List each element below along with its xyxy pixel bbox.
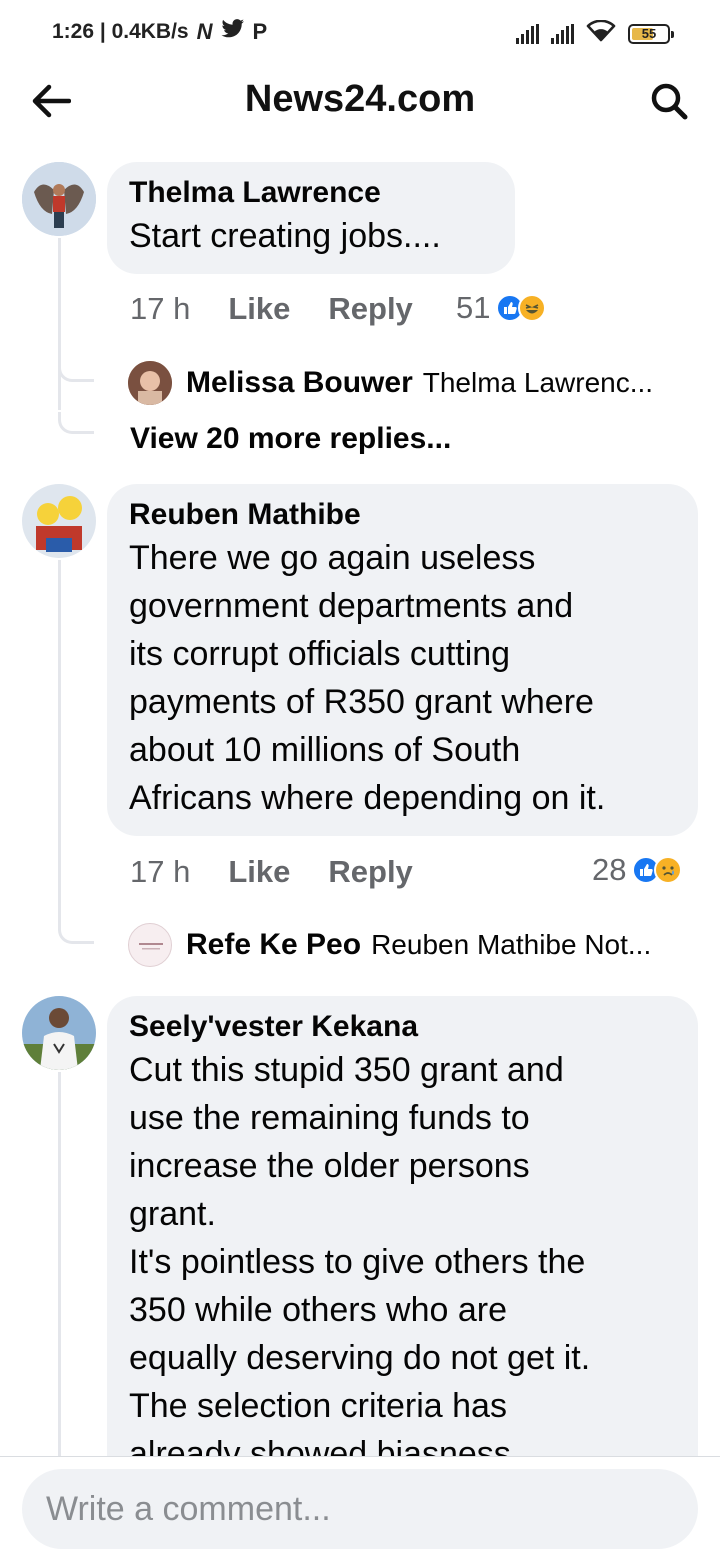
search-icon — [651, 83, 688, 120]
notification-p-icon: P — [252, 19, 268, 44]
signal-icon — [551, 23, 574, 44]
reaction-summary[interactable]: 51 — [456, 288, 547, 328]
comment-text: There we go again useless government dep… — [129, 539, 606, 817]
header: News24.com — [0, 64, 720, 136]
reply-preview[interactable]: Melissa Bouwer Thelma Lawrenc... — [128, 360, 653, 406]
thread-line — [58, 238, 61, 410]
reply-author[interactable]: Melissa Bouwer — [186, 366, 413, 400]
reaction-count: 28 — [592, 852, 627, 887]
avatar[interactable] — [128, 361, 172, 405]
reply-connector — [58, 360, 94, 382]
comment-actions: 17 h Like Reply — [130, 289, 451, 329]
avatar[interactable] — [22, 162, 96, 236]
comment-author[interactable]: Thelma Lawrence — [129, 174, 493, 212]
like-button[interactable]: Like — [228, 854, 290, 890]
battery-level: 55 — [641, 26, 657, 41]
comment-time: 17 h — [130, 854, 191, 889]
comment-composer — [0, 1456, 720, 1560]
comment-bubble[interactable]: Thelma Lawrence Start creating jobs.... — [107, 162, 515, 274]
comment-actions: 17 h Like Reply — [130, 852, 451, 892]
battery-icon: 55 — [628, 23, 674, 44]
status-bar: 1:26 | 0.4KB/s N P 55 — [0, 0, 720, 64]
reply-button[interactable]: Reply — [328, 291, 412, 327]
reply-connector — [58, 412, 94, 434]
reply-snippet: Thelma Lawrenc... — [422, 367, 654, 398]
comment-text: Start creating jobs.... — [129, 217, 441, 255]
status-right: 55 — [516, 19, 674, 47]
sad-reaction-icon — [654, 856, 683, 884]
page-title: News24.com — [244, 78, 476, 120]
reaction-count: 51 — [456, 290, 491, 325]
status-time-speed: 1:26 | 0.4KB/s — [52, 20, 189, 43]
view-more-replies-link[interactable]: View 20 more replies... — [130, 422, 451, 456]
avatar[interactable] — [22, 996, 96, 1070]
thread-line — [58, 1072, 61, 1456]
twitter-bird-icon — [221, 19, 245, 45]
notification-n-icon: N — [196, 19, 213, 44]
reply-preview[interactable]: Refe Ke Peo Reuben Mathibe Not... — [128, 922, 651, 968]
comment-time: 17 h — [130, 291, 191, 326]
comment-bubble[interactable]: Seely'vester Kekana Cut this stupid 350 … — [107, 996, 698, 1516]
status-left: 1:26 | 0.4KB/s N P — [52, 19, 267, 45]
search-button[interactable] — [646, 78, 692, 124]
comment-text: Cut this stupid 350 grant and use the re… — [129, 1051, 591, 1473]
avatar[interactable] — [128, 923, 172, 967]
comment-author[interactable]: Reuben Mathibe — [129, 496, 676, 534]
reply-connector — [58, 922, 94, 944]
reply-button[interactable]: Reply — [328, 854, 412, 890]
haha-reaction-icon — [518, 294, 547, 322]
reply-snippet: Reuben Mathibe Not... — [371, 929, 652, 960]
signal-icon — [516, 23, 539, 44]
reply-author[interactable]: Refe Ke Peo — [186, 928, 361, 962]
comment-bubble[interactable]: Reuben Mathibe There we go again useless… — [107, 484, 698, 836]
comment-input[interactable] — [22, 1469, 698, 1549]
avatar[interactable] — [22, 484, 96, 558]
reaction-summary[interactable]: 28 — [592, 850, 683, 890]
comment-author[interactable]: Seely'vester Kekana — [129, 1008, 676, 1046]
thread-line — [58, 560, 61, 922]
wifi-icon — [586, 19, 616, 47]
like-button[interactable]: Like — [228, 291, 290, 327]
